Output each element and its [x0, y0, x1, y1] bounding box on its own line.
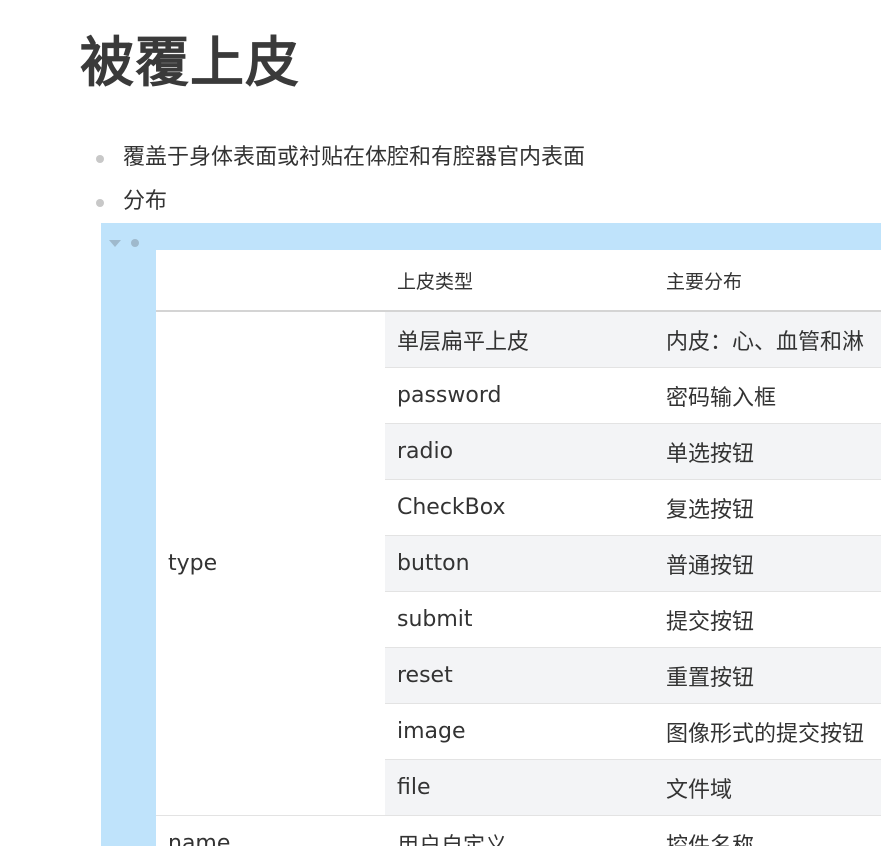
table-cell[interactable]: 单选按钮 — [654, 423, 881, 480]
table-cell[interactable]: 控件名称 — [654, 815, 881, 846]
table-row: type 单层扁平上皮 内皮：心、血管和淋 — [156, 310, 881, 816]
page-title: 被覆上皮 — [80, 31, 300, 94]
table-cell[interactable]: radio — [385, 423, 654, 480]
table-cell[interactable]: button — [385, 535, 654, 592]
table-cell[interactable]: 图像形式的提交按钮 — [654, 703, 881, 760]
table-cell[interactable]: password — [385, 367, 654, 424]
table-cell[interactable]: 普通按钮 — [654, 535, 881, 592]
bullet-dot-icon[interactable] — [96, 155, 104, 163]
dot-handle-icon[interactable] — [131, 239, 139, 247]
table-cell[interactable]: reset — [385, 647, 654, 704]
table-cell[interactable]: 用户自定义 — [385, 815, 654, 846]
bullet-text[interactable]: 分布 — [123, 187, 167, 217]
table-cell[interactable]: 提交按钮 — [654, 591, 881, 648]
table-cell[interactable]: 重置按钮 — [654, 647, 881, 704]
header-cell-type[interactable]: 上皮类型 — [385, 250, 654, 312]
row-key-cell[interactable]: type — [156, 310, 385, 816]
table-cell[interactable]: submit — [385, 591, 654, 648]
data-table: 上皮类型 主要分布 type 单层扁平上皮 内皮：心、血管和淋 password… — [156, 250, 881, 846]
bullet-dot-icon[interactable] — [96, 199, 104, 207]
bullet-text[interactable]: 覆盖于身体表面或衬贴在体腔和有腔器官内表面 — [123, 143, 585, 173]
row-key-cell[interactable]: name — [156, 815, 385, 846]
table-block: 上皮类型 主要分布 type 单层扁平上皮 内皮：心、血管和淋 password… — [101, 223, 881, 846]
table-row: name 用户自定义 控件名称 — [156, 815, 881, 846]
table-header-row: 上皮类型 主要分布 — [156, 250, 881, 312]
header-cell-key[interactable] — [156, 250, 385, 312]
table-cell[interactable]: CheckBox — [385, 479, 654, 536]
table-cell[interactable]: 内皮：心、血管和淋 — [654, 310, 881, 368]
table-cell[interactable]: 密码输入框 — [654, 367, 881, 424]
table-cell[interactable]: 复选按钮 — [654, 479, 881, 536]
table-cell[interactable]: image — [385, 703, 654, 760]
triangle-down-icon[interactable] — [109, 240, 121, 247]
table-cell[interactable]: 单层扁平上皮 — [385, 310, 654, 368]
header-cell-distribution[interactable]: 主要分布 — [654, 250, 881, 312]
table-cell[interactable]: file — [385, 759, 654, 816]
table-cell[interactable]: 文件域 — [654, 759, 881, 816]
